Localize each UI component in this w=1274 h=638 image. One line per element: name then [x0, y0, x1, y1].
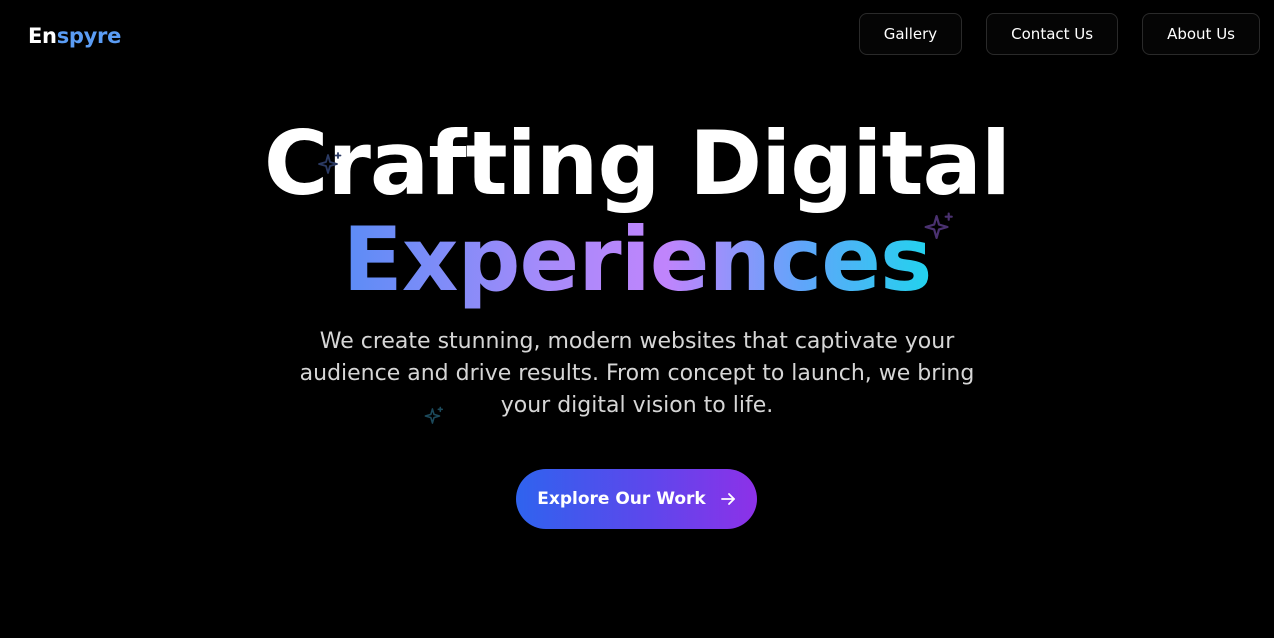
gallery-nav-button[interactable]: Gallery — [858, 13, 963, 55]
hero-description: We create stunning, modern websites that… — [0, 326, 1274, 422]
brand-logo[interactable]: Enspyre — [28, 22, 121, 50]
hero-title-line2: Experiences — [0, 206, 1274, 314]
logo-text-primary: En — [28, 24, 57, 48]
landing-page: Enspyre Gallery Contact Us About Us Craf… — [0, 0, 1274, 638]
hero-description-line: your digital vision to life. — [500, 393, 774, 418]
sparkles-icon — [316, 150, 344, 182]
logo-text-accent: spyre — [56, 24, 122, 48]
hero-title-gradient-text: Experiences — [342, 208, 933, 311]
hero-description-line: audience and drive results. From concept… — [299, 361, 975, 386]
cta-label: Explore Our Work — [537, 489, 706, 509]
sparkles-icon — [922, 210, 956, 248]
contact-us-nav-button[interactable]: Contact Us — [986, 13, 1119, 55]
explore-our-work-button[interactable]: Explore Our Work — [516, 469, 757, 529]
arrow-right-icon — [720, 491, 736, 507]
hero-title-line1: Crafting Digital — [263, 112, 1011, 215]
hero-description-line: We create stunning, modern websites that… — [319, 329, 955, 354]
sparkles-icon — [423, 405, 445, 431]
top-navigation: Gallery Contact Us About Us — [858, 13, 1260, 55]
about-us-nav-button[interactable]: About Us — [1142, 13, 1260, 55]
